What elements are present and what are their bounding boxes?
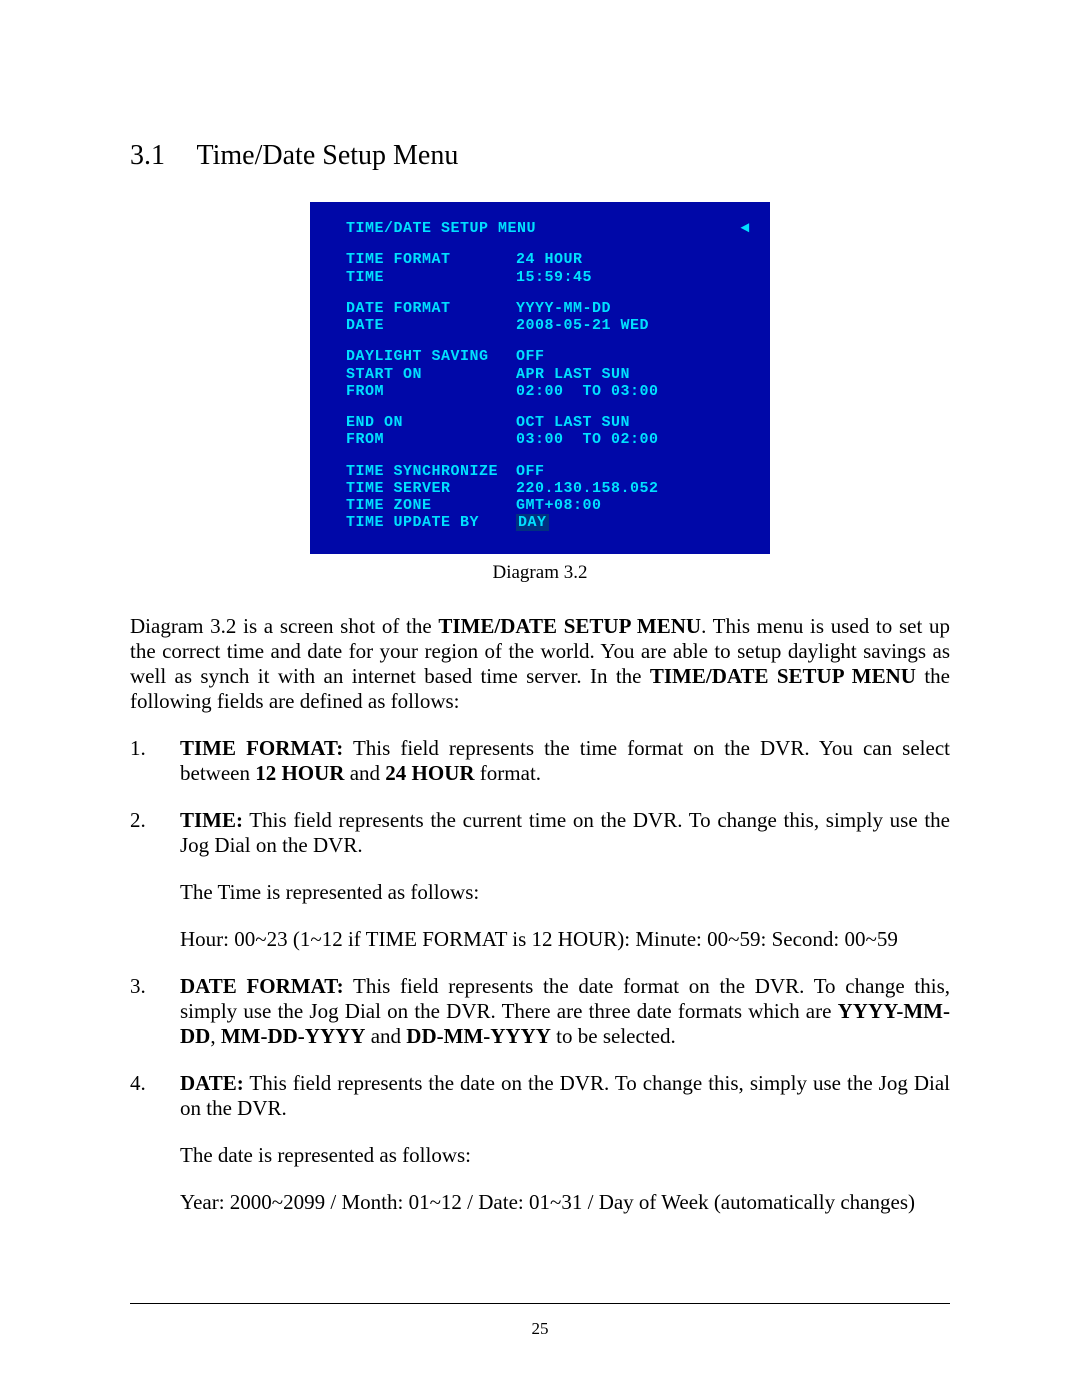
- menu-label: TIME UPDATE BY: [346, 514, 516, 531]
- menu-row-date-format[interactable]: DATE FORMAT YYYY-MM-DD: [346, 300, 750, 317]
- list-item: 4. DATE: This field represents the date …: [130, 1071, 950, 1215]
- intro-paragraph: Diagram 3.2 is a screen shot of the TIME…: [130, 614, 950, 714]
- figure-caption: Diagram 3.2: [130, 562, 950, 584]
- menu-label: TIME SERVER: [346, 480, 516, 497]
- item-number: 3.: [130, 974, 180, 1049]
- item-content: DATE: This field represents the date on …: [180, 1071, 950, 1215]
- menu-value: 220.130.158.052: [516, 480, 750, 497]
- text-fragment: and: [344, 761, 385, 785]
- text-fragment: This field represents the date on the DV…: [180, 1071, 950, 1120]
- menu-row-time-zone[interactable]: TIME ZONE GMT+08:00: [346, 497, 750, 514]
- text-bold: TIME:: [180, 808, 243, 832]
- text-fragment: to be selected.: [551, 1024, 676, 1048]
- menu-label: FROM: [346, 431, 516, 448]
- text-bold: DATE:: [180, 1071, 244, 1095]
- item-content: TIME FORMAT: This field represents the t…: [180, 736, 950, 786]
- menu-label: FROM: [346, 383, 516, 400]
- menu-row-time-server[interactable]: TIME SERVER 220.130.158.052: [346, 480, 750, 497]
- section-number: 3.1: [130, 140, 190, 172]
- diagram-container: TIME/DATE SETUP MENU ◄ TIME FORMAT 24 HO…: [130, 202, 950, 554]
- page-number: 25: [0, 1319, 1080, 1339]
- text-bold: 24 HOUR: [385, 761, 474, 785]
- menu-row-time[interactable]: TIME 15:59:45: [346, 269, 750, 286]
- list-item: 2. TIME: This field represents the curre…: [130, 808, 950, 952]
- menu-value: GMT+08:00: [516, 497, 750, 514]
- menu-value: YYYY-MM-DD: [516, 300, 750, 317]
- menu-row-daylight-saving[interactable]: DAYLIGHT SAVING OFF: [346, 348, 750, 365]
- sub-paragraph: The Time is represented as follows:: [180, 880, 950, 905]
- menu-row-start-from[interactable]: FROM 02:00 TO 03:00: [346, 383, 750, 400]
- text-fragment: Diagram 3.2 is a screen shot of the: [130, 614, 438, 638]
- menu-value: 15:59:45: [516, 269, 750, 286]
- menu-title: TIME/DATE SETUP MENU: [346, 220, 536, 237]
- menu-label: TIME ZONE: [346, 497, 516, 514]
- menu-row-time-update-by[interactable]: TIME UPDATE BY DAY: [346, 514, 750, 531]
- menu-value: OFF: [516, 463, 750, 480]
- menu-value: 2008-05-21 WED: [516, 317, 750, 334]
- menu-label: TIME FORMAT: [346, 251, 516, 268]
- text-fragment: format.: [475, 761, 541, 785]
- text-bold: TIME/DATE SETUP MENU: [438, 614, 701, 638]
- back-icon[interactable]: ◄: [740, 220, 750, 237]
- menu-value: 02:00 TO 03:00: [516, 383, 750, 400]
- menu-label: END ON: [346, 414, 516, 431]
- menu-value: OCT LAST SUN: [516, 414, 750, 431]
- text-fragment: ,: [210, 1024, 221, 1048]
- text-bold: DATE FORMAT:: [180, 974, 344, 998]
- menu-value: OFF: [516, 348, 750, 365]
- document-page: 3.1 Time/Date Setup Menu TIME/DATE SETUP…: [0, 0, 1080, 1399]
- menu-label: DAYLIGHT SAVING: [346, 348, 516, 365]
- text-fragment: This field represents the current time o…: [180, 808, 950, 857]
- list-item: 3. DATE FORMAT: This field represents th…: [130, 974, 950, 1049]
- text-fragment: and: [365, 1024, 406, 1048]
- sub-paragraph: The date is represented as follows:: [180, 1143, 950, 1168]
- menu-row-start-on[interactable]: START ON APR LAST SUN: [346, 366, 750, 383]
- item-number: 1.: [130, 736, 180, 786]
- text-bold: MM-DD-YYYY: [221, 1024, 366, 1048]
- section-heading: 3.1 Time/Date Setup Menu: [130, 140, 950, 172]
- menu-label: TIME SYNCHRONIZE: [346, 463, 516, 480]
- menu-row-time-format[interactable]: TIME FORMAT 24 HOUR: [346, 251, 750, 268]
- text-bold: TIME FORMAT:: [180, 736, 343, 760]
- menu-row-date[interactable]: DATE 2008-05-21 WED: [346, 317, 750, 334]
- menu-row-end-from[interactable]: FROM 03:00 TO 02:00: [346, 431, 750, 448]
- sub-paragraph: Year: 2000~2099 / Month: 01~12 / Date: 0…: [180, 1190, 950, 1215]
- menu-row-time-sync[interactable]: TIME SYNCHRONIZE OFF: [346, 463, 750, 480]
- menu-label: DATE FORMAT: [346, 300, 516, 317]
- item-number: 4.: [130, 1071, 180, 1215]
- footer-rule: [130, 1303, 950, 1304]
- item-number: 2.: [130, 808, 180, 952]
- list-item: 1. TIME FORMAT: This field represents th…: [130, 736, 950, 786]
- menu-value: APR LAST SUN: [516, 366, 750, 383]
- menu-label: DATE: [346, 317, 516, 334]
- menu-value: 03:00 TO 02:00: [516, 431, 750, 448]
- body-text: Diagram 3.2 is a screen shot of the TIME…: [130, 614, 950, 1215]
- menu-value: DAY: [516, 514, 750, 531]
- sub-paragraph: Hour: 00~23 (1~12 if TIME FORMAT is 12 H…: [180, 927, 950, 952]
- text-bold: 12 HOUR: [255, 761, 344, 785]
- menu-value-selected: DAY: [516, 514, 549, 531]
- text-bold: TIME/DATE SETUP MENU: [650, 664, 916, 688]
- item-content: DATE FORMAT: This field represents the d…: [180, 974, 950, 1049]
- section-title: Time/Date Setup Menu: [197, 140, 459, 171]
- text-bold: DD-MM-YYYY: [406, 1024, 551, 1048]
- menu-label: START ON: [346, 366, 516, 383]
- menu-label: TIME: [346, 269, 516, 286]
- item-content: TIME: This field represents the current …: [180, 808, 950, 952]
- definitions-list: 1. TIME FORMAT: This field represents th…: [130, 736, 950, 1215]
- menu-row-end-on[interactable]: END ON OCT LAST SUN: [346, 414, 750, 431]
- menu-value: 24 HOUR: [516, 251, 750, 268]
- dvr-menu-screenshot: TIME/DATE SETUP MENU ◄ TIME FORMAT 24 HO…: [310, 202, 770, 554]
